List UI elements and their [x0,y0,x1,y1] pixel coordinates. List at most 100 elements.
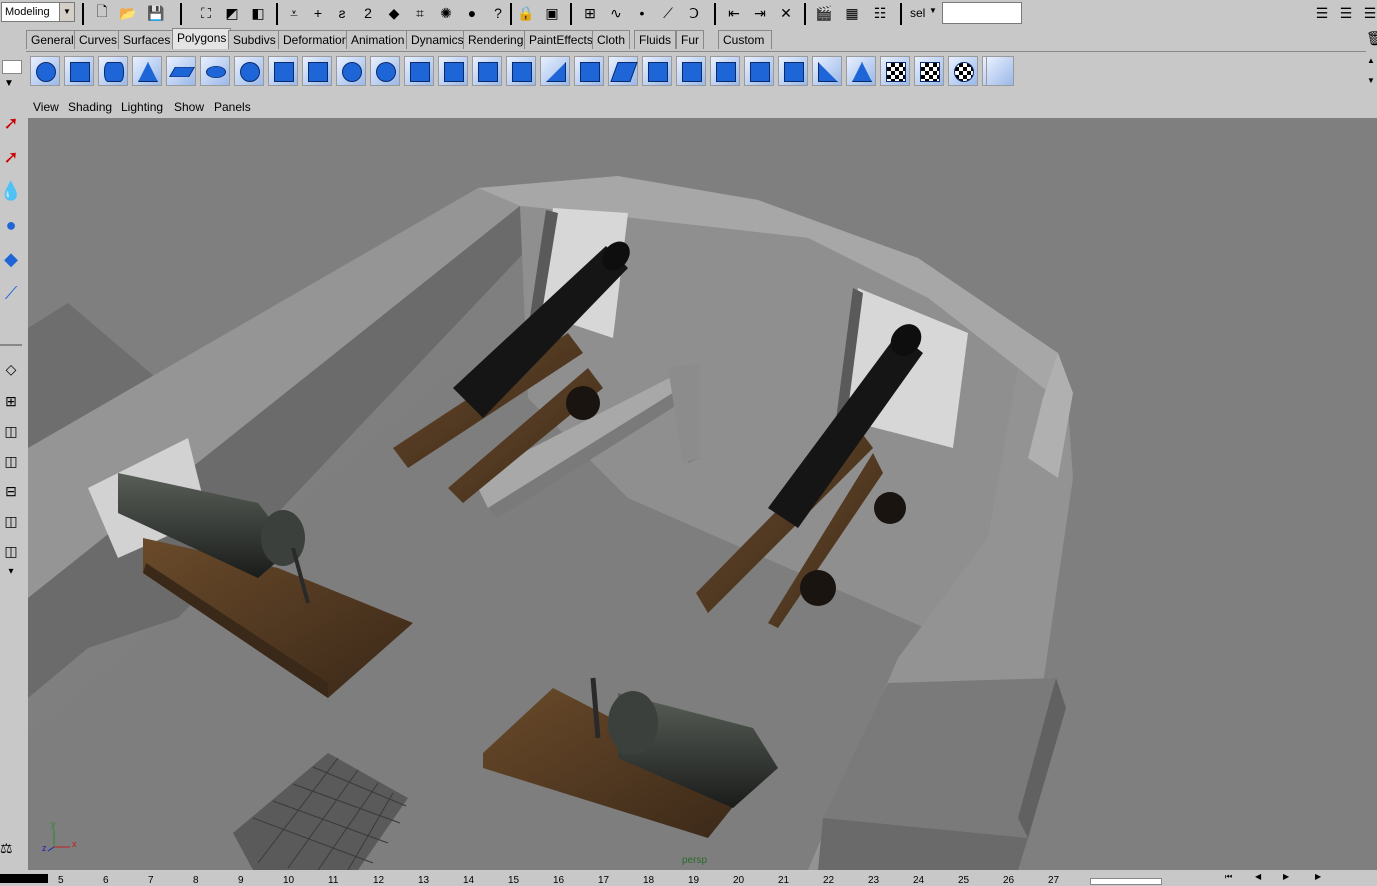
lock-selection-icon[interactable]: 🔒 [516,3,536,23]
four-view-layout-icon[interactable]: ⊞ [0,386,22,416]
show-hide-tool-settings-icon[interactable]: ☰ [1336,3,1356,23]
snap-grid-icon[interactable]: ⊞ [580,3,600,23]
ipr-render-icon[interactable]: ▦ [842,3,862,23]
highlight-selection-icon[interactable]: ▣ [542,3,562,23]
trash-icon[interactable]: 🗑 [1366,30,1377,47]
tab-polygons[interactable]: Polygons [172,28,232,49]
tab-animation[interactable]: Animation [346,30,410,49]
tab-fluids[interactable]: Fluids [634,30,677,49]
go-to-start-icon[interactable]: ⏮ [1225,872,1232,882]
tab-surfaces[interactable]: Surfaces [118,30,176,49]
tab-fur[interactable]: Fur [676,30,704,49]
snap-curve-icon[interactable]: ∿ [606,3,626,23]
outliner-layout-icon[interactable]: ⚖ [0,840,22,866]
snap-point-icon[interactable]: • [632,3,652,23]
current-frame-field[interactable] [1090,878,1162,885]
create-polygon-icon[interactable] [608,56,638,86]
menu-show[interactable]: Show [174,100,204,114]
shelf-scroll-up-icon[interactable]: ▲ [1367,56,1375,65]
smooth-icon[interactable] [370,56,400,86]
tab-rendering[interactable]: Rendering [463,30,529,49]
tab-deformation[interactable]: Deformation [278,30,354,49]
menu-lighting[interactable]: Lighting [121,100,163,114]
new-scene-icon[interactable]: 🗋 [92,3,112,23]
step-forward-icon[interactable]: ▶ [1315,872,1321,881]
select-deformations-icon[interactable]: ⌗ [410,3,430,23]
rotate-tool-icon[interactable]: ◆ [0,244,22,274]
collapse-icon[interactable] [710,56,740,86]
poly-plane-icon[interactable] [166,56,196,86]
select-by-hierarchy-icon[interactable]: ⛶ [196,3,216,23]
snap-view-plane-icon[interactable]: ⟋ [658,3,678,23]
unfold-uv-icon[interactable] [986,56,1014,86]
input-history-icon[interactable]: ⇤ [724,3,744,23]
select-curves-icon[interactable]: 2 [358,3,378,23]
lasso-tool-icon[interactable]: ➚ [0,142,22,172]
tab-custom[interactable]: Custom [718,30,772,49]
persp-outliner-layout-icon[interactable]: ◫ [0,416,22,446]
extrude-edge-icon[interactable] [438,56,468,86]
poly-sphere-icon[interactable] [30,56,60,86]
split-polygon-icon[interactable] [506,56,536,86]
time-slider[interactable]: 5 6 7 8 9 10 11 12 13 14 15 16 17 18 19 … [0,870,1377,886]
poly-cube-icon[interactable] [64,56,94,86]
menu-shading[interactable]: Shading [68,100,112,114]
select-handles-icon[interactable]: + [308,3,328,23]
show-hide-channel-box-icon[interactable]: ☰ [1360,3,1377,23]
tab-painteffects[interactable]: PaintEffects [524,30,598,49]
subdivide-icon[interactable] [778,56,808,86]
merge-vertices-icon[interactable] [642,56,672,86]
select-misc-icon[interactable]: ? [488,3,508,23]
automatic-mapping-icon[interactable] [948,56,978,86]
select-rendering-icon[interactable]: ● [462,3,482,23]
menu-panels[interactable]: Panels [214,100,251,114]
play-forward-icon[interactable]: ▶ [1283,872,1289,881]
chevron-down-icon[interactable]: ▼ [59,3,74,21]
chevron-down-icon[interactable]: ▼ [4,78,14,89]
perspective-viewport[interactable]: persp y x z [28,118,1377,870]
hypershade-layout-icon[interactable]: ⊟ [0,476,22,506]
wedge-face-icon[interactable] [540,56,570,86]
tab-curves[interactable]: Curves [74,30,123,49]
move-tool-icon[interactable]: ● [0,210,22,240]
triangulate-icon[interactable] [812,56,842,86]
tab-subdivs[interactable]: Subdivs [228,30,281,49]
make-live-icon[interactable]: Ↄ [684,3,704,23]
shelf-scroll-down-icon[interactable]: ▼ [1367,76,1375,85]
append-polygon-icon[interactable] [574,56,604,86]
paint-select-tool-icon[interactable]: 💧 [0,176,22,206]
poly-cylinder-icon[interactable] [98,56,128,86]
select-tool-icon[interactable]: ➚ [0,108,22,138]
poly-platonic-icon[interactable] [234,56,264,86]
scale-tool-icon[interactable]: ⟋ [0,278,22,308]
shelf-menu-icon[interactable] [2,60,22,74]
menu-view[interactable]: View [33,100,59,114]
merge-edge-icon[interactable] [676,56,706,86]
output-history-icon[interactable]: ⇥ [750,3,770,23]
extrude-face-icon[interactable] [404,56,434,86]
select-by-component-icon[interactable]: ◧ [248,3,268,23]
boolean-icon[interactable] [336,56,366,86]
quick-selection-field[interactable] [942,2,1022,24]
save-scene-icon[interactable]: 💾 [146,3,166,23]
select-surfaces-icon[interactable]: ◆ [384,3,404,23]
single-perspective-layout-icon[interactable]: ◇ [0,354,22,384]
tab-cloth[interactable]: Cloth [592,30,631,49]
tab-general[interactable]: General [26,30,79,49]
render-frame-icon[interactable]: 🎬 [814,3,834,23]
step-back-icon[interactable]: ◀ [1255,872,1261,881]
chevron-down-icon[interactable]: ▾ [0,556,22,586]
tab-dynamics[interactable]: Dynamics [406,30,469,49]
persp-graph-layout-icon[interactable]: ◫ [0,446,22,476]
persp-trax-layout-icon[interactable]: ◫ [0,506,22,536]
mask-dropdown-icon[interactable]: ⩡ [284,3,304,23]
select-joints-icon[interactable]: ƨ [332,3,352,23]
delete-edge-icon[interactable] [744,56,774,86]
bevel-icon[interactable] [472,56,502,86]
render-globals-icon[interactable]: ☷ [870,3,890,23]
select-dynamics-icon[interactable]: ✺ [436,3,456,23]
cylindrical-mapping-icon[interactable] [880,56,910,86]
poly-cone-icon[interactable] [132,56,162,86]
poly-torus-icon[interactable] [200,56,230,86]
show-hide-attribute-editor-icon[interactable]: ☰ [1312,3,1332,23]
